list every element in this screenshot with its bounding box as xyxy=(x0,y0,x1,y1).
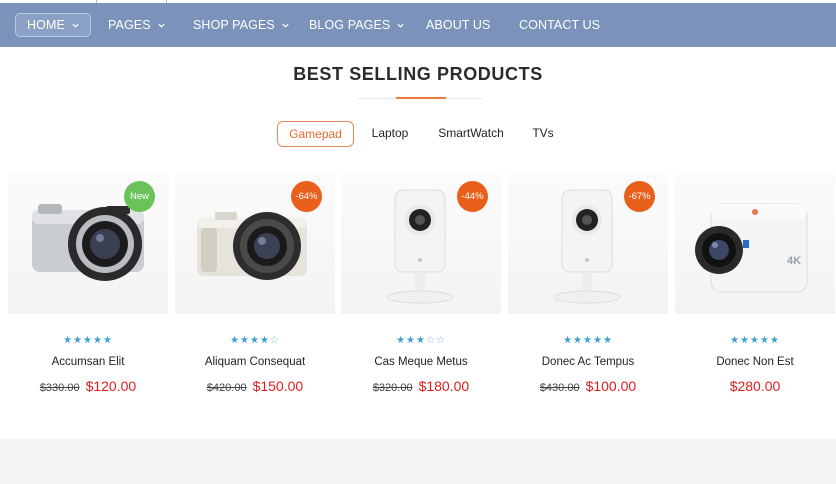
nav-about-us[interactable]: ABOUT US xyxy=(426,13,490,37)
tab-smartwatch[interactable]: SmartWatch xyxy=(430,121,512,147)
nav-home[interactable]: HOME xyxy=(15,13,91,37)
product-image[interactable]: -64% xyxy=(175,174,335,314)
product-image[interactable]: New xyxy=(8,174,168,314)
product-name[interactable]: Donec Non Est xyxy=(675,356,835,368)
product-card[interactable]: 4K ★★★★★ Donec Non Est $280.00 xyxy=(675,174,835,404)
nav-contact-us[interactable]: CONTACT US xyxy=(519,13,600,37)
title-accent-bar xyxy=(396,97,446,99)
nav-blog-pages[interactable]: BLOG PAGES xyxy=(309,13,405,37)
product-price: $330.00 $120.00 xyxy=(8,378,168,396)
discount-badge: -64% xyxy=(291,181,322,212)
category-tabs: Gamepad Laptop SmartWatch TVs xyxy=(0,121,836,147)
nav-label: CONTACT US xyxy=(519,18,601,32)
chevron-down-icon xyxy=(158,23,165,28)
chevron-down-icon xyxy=(282,23,289,28)
star-rating: ★★★★★ xyxy=(63,335,113,346)
sale-price: $150.00 xyxy=(252,378,304,394)
sale-price: $180.00 xyxy=(418,378,470,394)
discount-badge: -67% xyxy=(624,181,655,212)
product-image[interactable]: -67% xyxy=(508,174,668,314)
old-price: $430.00 xyxy=(539,382,580,394)
nav-pages[interactable]: PAGES xyxy=(108,13,166,37)
product-image[interactable]: 4K xyxy=(675,174,835,314)
tab-laptop[interactable]: Laptop xyxy=(364,121,416,147)
tab-gamepad[interactable]: Gamepad xyxy=(277,121,354,147)
product-price: $430.00 $100.00 xyxy=(508,378,668,396)
product-price: $320.00 $180.00 xyxy=(341,378,501,396)
main-navigation: HOME PAGES SHOP PAGES BLOG PAGES ABOUT U… xyxy=(0,3,836,47)
discount-badge: -44% xyxy=(457,181,488,212)
product-name[interactable]: Accumsan Elit xyxy=(8,356,168,368)
sale-price: $120.00 xyxy=(85,378,137,394)
action-camera-image: 4K xyxy=(695,203,808,293)
product-card[interactable]: -67% ★★★★★ Donec Ac Tempus $430.00 $100.0… xyxy=(508,174,668,404)
nav-label: HOME xyxy=(27,18,65,32)
product-card[interactable]: -44% ★★★☆☆ Cas Meque Metus $320.00 $180.0… xyxy=(341,174,501,404)
new-badge: New xyxy=(124,181,155,212)
old-price: $330.00 xyxy=(39,382,80,394)
product-image[interactable]: -44% xyxy=(341,174,501,314)
price: $280.00 xyxy=(729,378,781,394)
product-card[interactable]: -64% ★★★★☆ Aliquam Consequat $420.00 $150… xyxy=(175,174,335,404)
chevron-down-icon xyxy=(397,23,404,28)
star-rating: ★★★★☆ xyxy=(230,335,280,346)
sale-price: $100.00 xyxy=(585,378,637,394)
product-name[interactable]: Cas Meque Metus xyxy=(341,356,501,368)
star-rating: ★★★★★ xyxy=(563,335,613,346)
nav-label: SHOP PAGES xyxy=(193,18,275,32)
product-name[interactable]: Aliquam Consequat xyxy=(175,356,335,368)
old-price: $420.00 xyxy=(206,382,247,394)
chevron-down-icon xyxy=(72,23,79,28)
section-title: BEST SELLING PRODUCTS xyxy=(293,64,543,84)
product-card[interactable]: New ★★★★★ Accumsan Elit $330.00 $120.00 xyxy=(8,174,168,404)
nav-label: PAGES xyxy=(108,18,151,32)
product-price: $420.00 $150.00 xyxy=(175,378,335,396)
star-rating: ★★★☆☆ xyxy=(396,335,446,346)
footer-section xyxy=(0,439,836,484)
nav-label: BLOG PAGES xyxy=(309,18,391,32)
nav-label: ABOUT US xyxy=(426,18,491,32)
star-rating: ★★★★★ xyxy=(730,335,780,346)
nav-shop-pages[interactable]: SHOP PAGES xyxy=(193,13,290,37)
old-price: $320.00 xyxy=(372,382,413,394)
product-price: $280.00 xyxy=(675,378,835,396)
4k-label: 4K xyxy=(787,255,801,267)
product-name[interactable]: Donec Ac Tempus xyxy=(508,356,668,368)
tab-tvs[interactable]: TVs xyxy=(524,121,562,147)
